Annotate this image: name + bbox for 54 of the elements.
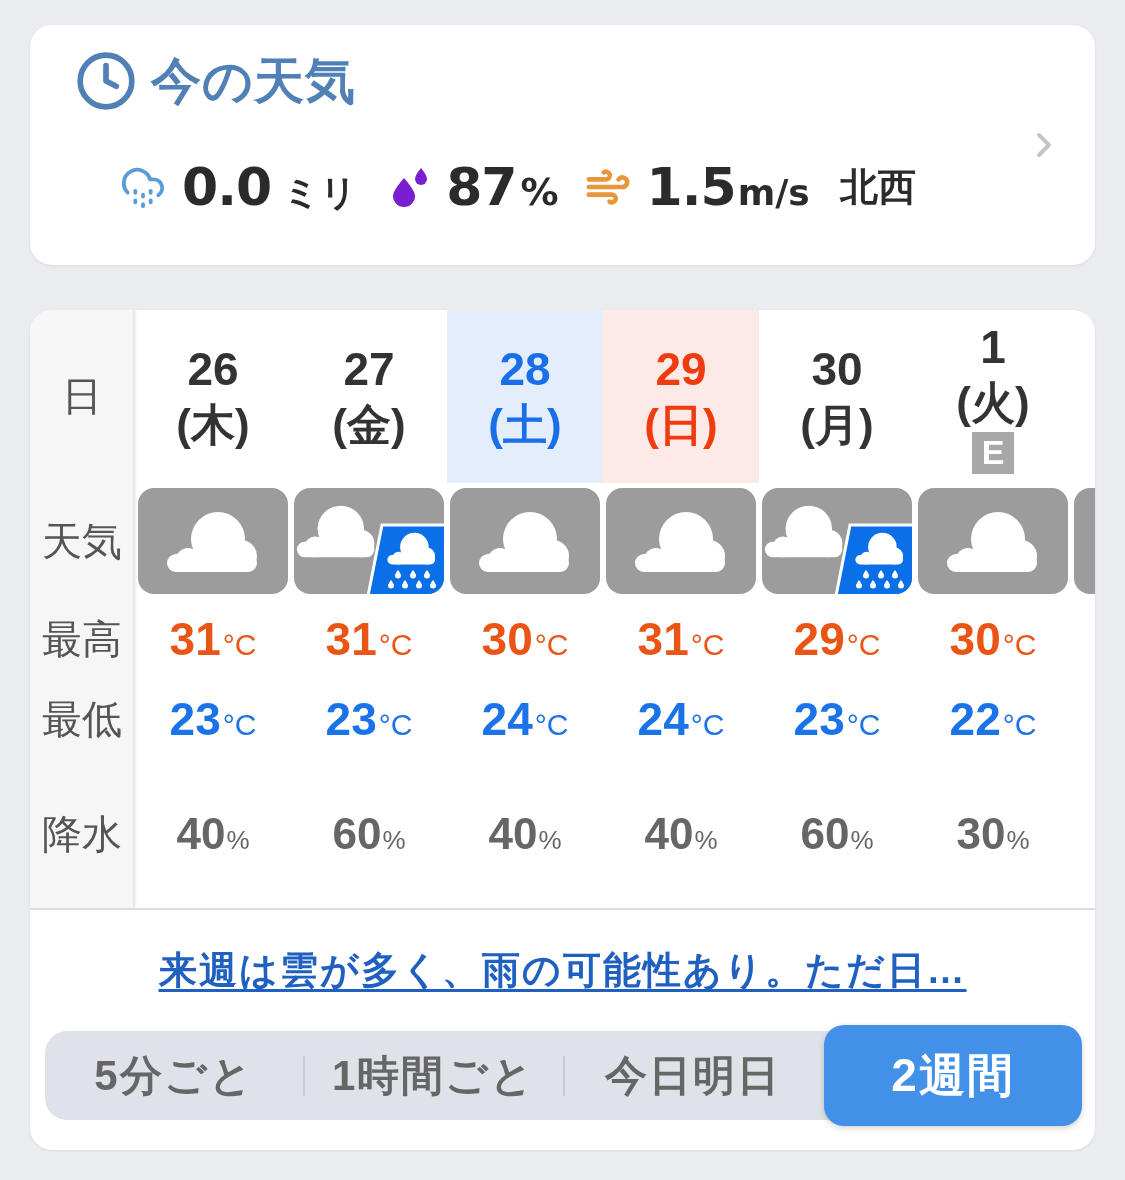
precipitation-chance: 40%: [644, 809, 718, 859]
high-temperature: 31°C: [637, 612, 725, 666]
precipitation-chance: 60%: [800, 809, 874, 859]
weekday-label: (金): [332, 398, 406, 451]
high-temperature: 30°C: [481, 612, 569, 666]
date-number: 27: [343, 341, 395, 397]
cloud-icon: [606, 488, 756, 594]
cloud-icon: [450, 488, 600, 594]
cloud-rain-icon: [762, 488, 912, 594]
rainfall-reading: 0.0 ミリ: [182, 156, 358, 218]
precipitation-chance: 30%: [956, 809, 1030, 859]
precipitation-chance: 60%: [332, 809, 406, 859]
clock-icon: [75, 50, 137, 112]
weekday-label: (木): [176, 398, 250, 451]
precipitation-chance: 40%: [488, 809, 562, 859]
row-label: 最高: [40, 615, 123, 663]
date-number: 26: [187, 341, 239, 397]
weekday-label: (土): [488, 398, 562, 451]
wind-direction: 北西: [839, 164, 916, 210]
wind-speed-reading: 1.5m/s: [646, 157, 810, 217]
row-label: 降水: [40, 810, 123, 858]
letter-badge: E: [972, 431, 1014, 474]
low-temperature: 23°C: [169, 692, 257, 746]
high-temperature: 30°C: [949, 612, 1037, 666]
view-tab[interactable]: 2週間: [824, 1025, 1082, 1126]
low-temperature: 24°C: [481, 692, 569, 746]
high-temperature: 31°C: [169, 612, 257, 666]
low-temperature: 24°C: [637, 692, 725, 746]
row-label: 天気: [40, 518, 123, 565]
row-label: 日: [60, 373, 103, 420]
forecast-summary-link[interactable]: 来週は雲が多く、雨の可能性あり。ただ日…: [158, 945, 967, 996]
date-number: 29: [655, 341, 707, 397]
low-temperature: 23°C: [793, 692, 881, 746]
view-tab[interactable]: 今日明日: [564, 1040, 823, 1111]
high-temperature: 31°C: [325, 612, 413, 666]
current-weather-card[interactable]: 今の天気 0.0 ミリ 87% 1.5m/s 北西: [30, 25, 1095, 265]
low-temperature: 23°C: [325, 692, 413, 746]
low-temperature: 22°C: [949, 692, 1037, 746]
section-title: 今の天気: [151, 51, 356, 111]
date-number: 28: [499, 341, 551, 397]
precipitation-chance: 40%: [176, 809, 250, 859]
high-temperature: 29°C: [793, 612, 881, 666]
row-label: 最低: [40, 695, 123, 743]
date-number: 30: [811, 341, 863, 397]
weekday-label: (火): [956, 376, 1030, 429]
weekday-label: (月): [800, 398, 874, 451]
view-tab[interactable]: 5分ごと: [45, 1040, 303, 1111]
cloud-icon: [918, 488, 1068, 594]
view-tab[interactable]: 1時間ごと: [304, 1040, 563, 1111]
weekday-label: (日): [644, 398, 718, 451]
humidity-reading: 87%: [446, 157, 559, 217]
cloud-rain-icon: [294, 488, 444, 594]
date-number: 1: [980, 319, 1006, 375]
cloud-icon: [138, 488, 288, 594]
